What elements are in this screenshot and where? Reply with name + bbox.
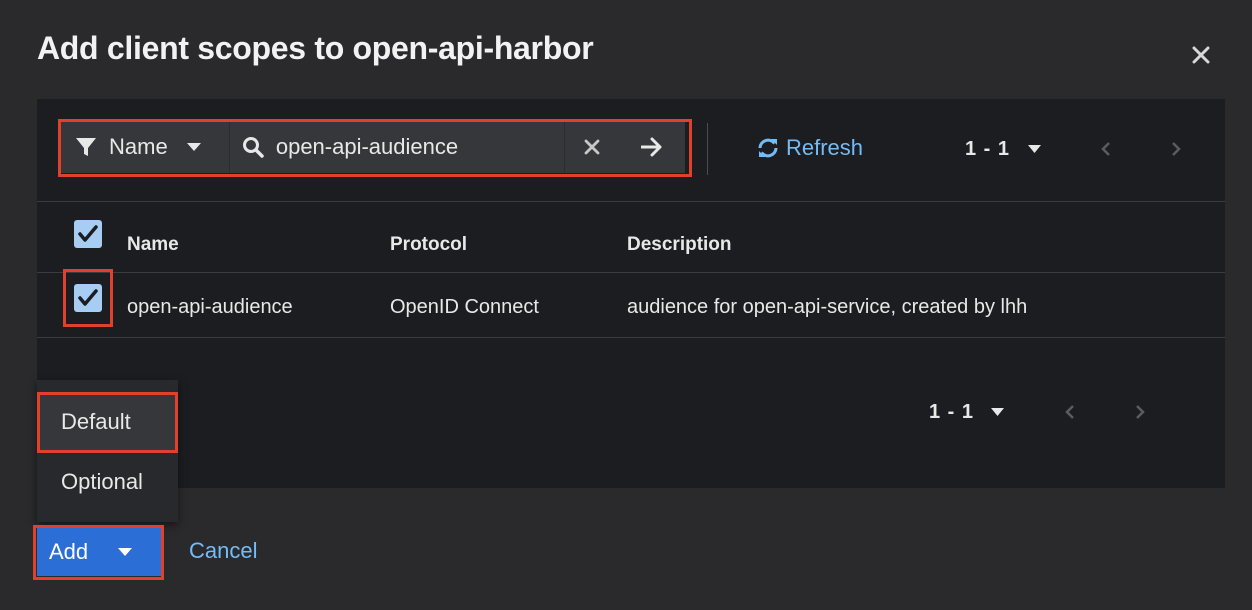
search-input[interactable] [275,134,564,160]
search-box [230,121,565,173]
chevron-right-icon [1136,405,1145,419]
close-button[interactable] [1186,40,1216,70]
bottom-pagination-range: 1 - 1 [929,401,975,423]
add-type-menu: Default Optional [37,380,178,522]
row-checkbox[interactable] [74,284,102,312]
select-all-checkbox[interactable] [74,220,102,248]
cancel-button[interactable]: Cancel [189,538,257,564]
filter-attribute-select[interactable]: Name [61,121,230,173]
add-button-label: Add [49,539,89,564]
search-submit-button[interactable] [619,121,685,173]
toolbar-divider [707,123,708,175]
chevron-down-icon [1027,145,1041,153]
refresh-icon [758,138,778,158]
checkmark-icon [78,289,98,306]
chevron-right-icon [1172,142,1181,156]
bottom-next-page-button[interactable] [1128,400,1152,424]
search-icon [242,137,264,158]
refresh-button[interactable]: Refresh [756,135,863,161]
add-button[interactable]: Add [37,528,161,576]
bottom-per-page-toggle[interactable] [985,400,1009,424]
chevron-down-icon [990,408,1004,416]
refresh-label: Refresh [786,135,864,160]
row-protocol: OpenID Connect [390,296,539,318]
checkmark-icon [78,225,98,242]
chevron-left-icon [1101,142,1110,156]
pagination-range: 1 - 1 [965,138,1011,160]
row-name: open-api-audience [127,296,293,318]
next-page-button[interactable] [1164,137,1188,161]
close-icon [1192,46,1210,64]
menu-item-default[interactable]: Default [37,394,178,450]
search-filter-group: Name [61,121,685,173]
chevron-down-icon [186,143,201,151]
column-header-protocol[interactable]: Protocol [390,234,467,256]
modal-title: Add client scopes to open-api-harbor [37,30,594,66]
chevron-down-icon [118,548,133,556]
filter-attribute-label: Name [109,134,168,159]
toolbar-separator [37,201,1225,202]
column-header-name[interactable]: Name [127,234,179,256]
filter-icon [76,138,96,156]
header-separator [37,272,1225,273]
arrow-right-icon [641,137,662,157]
row-description: audience for open-api-service, created b… [627,296,1028,318]
chevron-left-icon [1065,405,1074,419]
clear-search-button[interactable] [565,121,620,173]
client-scopes-panel: Name open-api-audience Refresh 1 - 1 Nam… [37,99,1225,488]
row-separator [37,337,1225,338]
previous-page-button[interactable] [1094,137,1118,161]
bottom-previous-page-button[interactable] [1058,400,1082,424]
toolbar: Name open-api-audience Refresh 1 - 1 [37,99,1225,201]
column-header-description[interactable]: Description [627,234,732,256]
close-icon [584,139,600,155]
menu-item-optional[interactable]: Optional [37,454,178,510]
per-page-toggle[interactable] [1022,137,1046,161]
